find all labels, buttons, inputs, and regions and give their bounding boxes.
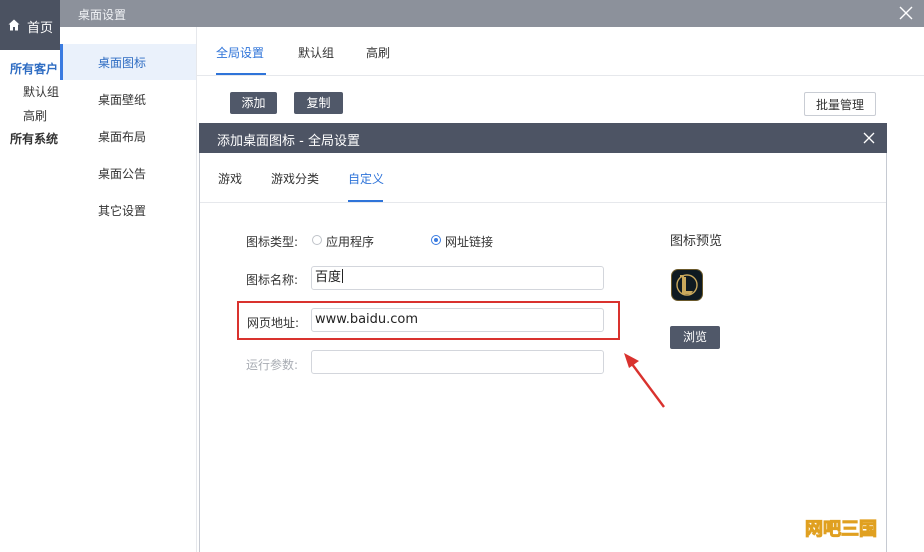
icon-type-label: 图标类型:	[246, 235, 299, 249]
watermark-logo: 网吧三国	[805, 519, 878, 541]
tab-global-settings[interactable]: 全局设置	[216, 44, 264, 61]
sidebar-item-all-systems[interactable]: 所有系统	[10, 130, 58, 147]
window-title-bar	[60, 0, 924, 27]
preview-title: 图标预览	[670, 234, 723, 249]
tab-default-group[interactable]: 默认组	[298, 44, 334, 61]
nav-item-wallpaper[interactable]: 桌面壁纸	[98, 91, 146, 108]
icon-name-value: 百度	[315, 270, 342, 285]
home-icon	[8, 19, 20, 31]
annotation-arrow-icon	[624, 353, 665, 408]
params-label: 运行参数:	[246, 358, 299, 372]
dialog-tabs-divider	[200, 202, 886, 203]
highlight-box	[237, 301, 620, 340]
sidebar-item-all-clients[interactable]: 所有客户	[10, 60, 58, 77]
nav-active-indicator	[60, 44, 63, 80]
watermark-text: 网吧三国	[805, 519, 877, 540]
dialog-close-icon[interactable]	[860, 129, 878, 147]
add-button[interactable]: 添加	[230, 92, 277, 114]
params-input[interactable]	[311, 350, 604, 374]
nav-item-other-settings[interactable]: 其它设置	[98, 202, 146, 219]
sidebar-item-default-group[interactable]: 默认组	[23, 83, 59, 100]
copy-button[interactable]: 复制	[294, 92, 343, 114]
preview-icon-image	[671, 269, 703, 301]
dialog-tab-game-category[interactable]: 游戏分类	[271, 170, 319, 187]
tab-high-refresh[interactable]: 高刷	[366, 44, 390, 61]
nav-item-desktop-icon[interactable]: 桌面图标	[98, 54, 146, 71]
nav-item-layout[interactable]: 桌面布局	[98, 128, 146, 145]
icon-name-label: 图标名称:	[246, 273, 299, 287]
home-label[interactable]: 首页	[27, 17, 53, 36]
window-title: 桌面设置	[78, 8, 127, 22]
radio-application[interactable]	[312, 235, 322, 245]
dialog-tab-custom[interactable]: 自定义	[348, 170, 384, 187]
radio-url-link-label[interactable]: 网址链接	[445, 233, 493, 250]
dialog-title: 添加桌面图标 - 全局设置	[217, 134, 360, 149]
nav-item-announcement[interactable]: 桌面公告	[98, 165, 146, 182]
close-icon[interactable]	[896, 3, 916, 23]
league-logo-icon	[676, 274, 698, 296]
radio-application-label[interactable]: 应用程序	[326, 233, 374, 250]
sidebar-item-high-refresh[interactable]: 高刷	[23, 107, 47, 124]
icon-name-input[interactable]: 百度	[311, 266, 604, 290]
dialog-tab-games[interactable]: 游戏	[218, 170, 242, 187]
text-caret	[342, 269, 344, 283]
tabs-divider	[197, 75, 924, 76]
batch-manage-button[interactable]: 批量管理	[804, 92, 876, 116]
radio-url-link[interactable]	[431, 235, 441, 245]
browse-button[interactable]: 浏览	[670, 326, 720, 349]
